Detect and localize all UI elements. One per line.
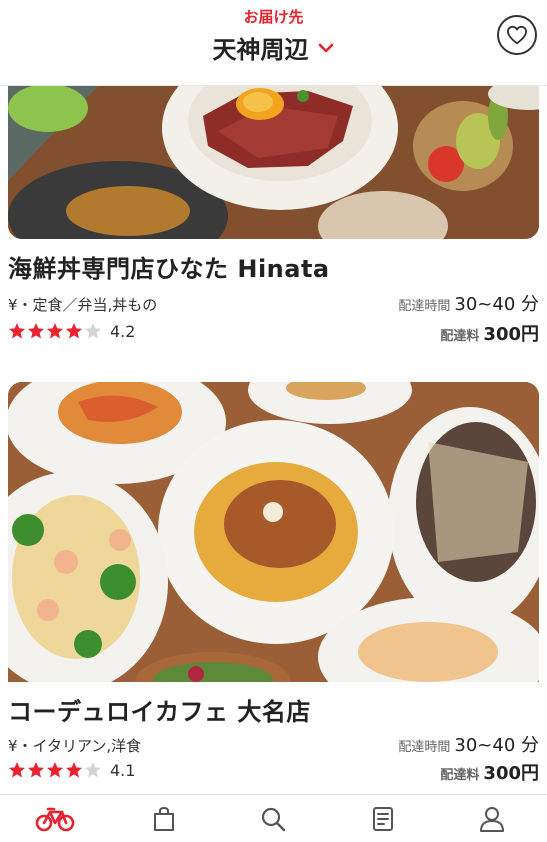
delivery-fee-value: 300円	[483, 763, 539, 784]
delivery-time-label: 配達時間	[398, 299, 451, 314]
delivery-time: 配達時間 30~40 分	[398, 731, 539, 757]
chevron-down-icon	[318, 43, 333, 52]
rating: 4.2	[8, 322, 135, 341]
star-empty-icon	[85, 323, 101, 339]
restaurant-category: ¥・イタリアン,洋食	[8, 737, 142, 755]
star-filled-icon	[47, 323, 63, 339]
delivery-fee-value: 300円	[483, 324, 539, 345]
restaurant-card[interactable]: コーデュロイカフェ 大名店 ¥・イタリアン,洋食 配達時間 30~40 分 4.1…	[8, 382, 539, 785]
bottom-nav	[0, 794, 547, 842]
star-rating	[8, 761, 102, 779]
location-text: 天神周辺	[212, 36, 309, 64]
delivery-fee: 配達料 300円	[440, 759, 539, 785]
restaurant-name: コーデュロイカフェ 大名店	[8, 698, 311, 726]
delivery-time-label: 配達時間	[398, 740, 451, 755]
restaurant-photo	[8, 86, 539, 239]
star-filled-icon	[47, 762, 63, 778]
food-image	[8, 86, 539, 239]
rating-value: 4.2	[110, 321, 136, 341]
delivery-time-value: 30~40 分	[454, 294, 539, 315]
user-icon	[480, 806, 505, 832]
star-empty-icon	[85, 762, 101, 778]
star-filled-icon	[9, 762, 25, 778]
nav-delivery[interactable]	[25, 795, 85, 842]
delivery-fee-label: 配達料	[440, 768, 480, 783]
favorites-button[interactable]	[497, 15, 537, 55]
nav-search[interactable]	[243, 795, 303, 842]
receipt-icon	[372, 806, 393, 831]
shopping-bag-icon	[154, 806, 175, 831]
food-image	[8, 382, 539, 682]
nav-history[interactable]	[353, 795, 413, 842]
star-filled-icon	[66, 762, 82, 778]
star-filled-icon	[9, 323, 25, 339]
delivery-time-value: 30~40 分	[454, 735, 539, 756]
star-filled-icon	[66, 323, 82, 339]
heart-icon	[506, 25, 527, 45]
star-filled-icon	[28, 323, 44, 339]
delivery-fee: 配達料 300円	[440, 320, 539, 346]
deliver-to-label: お届け先	[243, 8, 304, 26]
header: お届け先 天神周辺	[0, 0, 547, 86]
nav-account[interactable]	[462, 795, 522, 842]
restaurant-card[interactable]: 海鮮丼専門店ひなた Hinata ¥・定食／弁当,丼もの 配達時間 30~40 分…	[8, 86, 539, 346]
star-filled-icon	[28, 762, 44, 778]
delivery-time: 配達時間 30~40 分	[398, 290, 539, 316]
restaurant-name: 海鮮丼専門店ひなた Hinata	[8, 255, 330, 283]
restaurant-feed: 海鮮丼専門店ひなた Hinata ¥・定食／弁当,丼もの 配達時間 30~40 分…	[0, 86, 547, 794]
search-icon	[262, 807, 286, 831]
bicycle-icon	[35, 807, 74, 831]
rating-value: 4.1	[110, 760, 136, 780]
rating: 4.1	[8, 761, 135, 780]
location-selector[interactable]: 天神周辺	[0, 30, 547, 65]
restaurant-photo	[8, 382, 539, 682]
star-rating	[8, 322, 102, 340]
restaurant-category: ¥・定食／弁当,丼もの	[8, 296, 158, 314]
nav-orders[interactable]	[134, 795, 194, 842]
delivery-fee-label: 配達料	[440, 329, 480, 344]
